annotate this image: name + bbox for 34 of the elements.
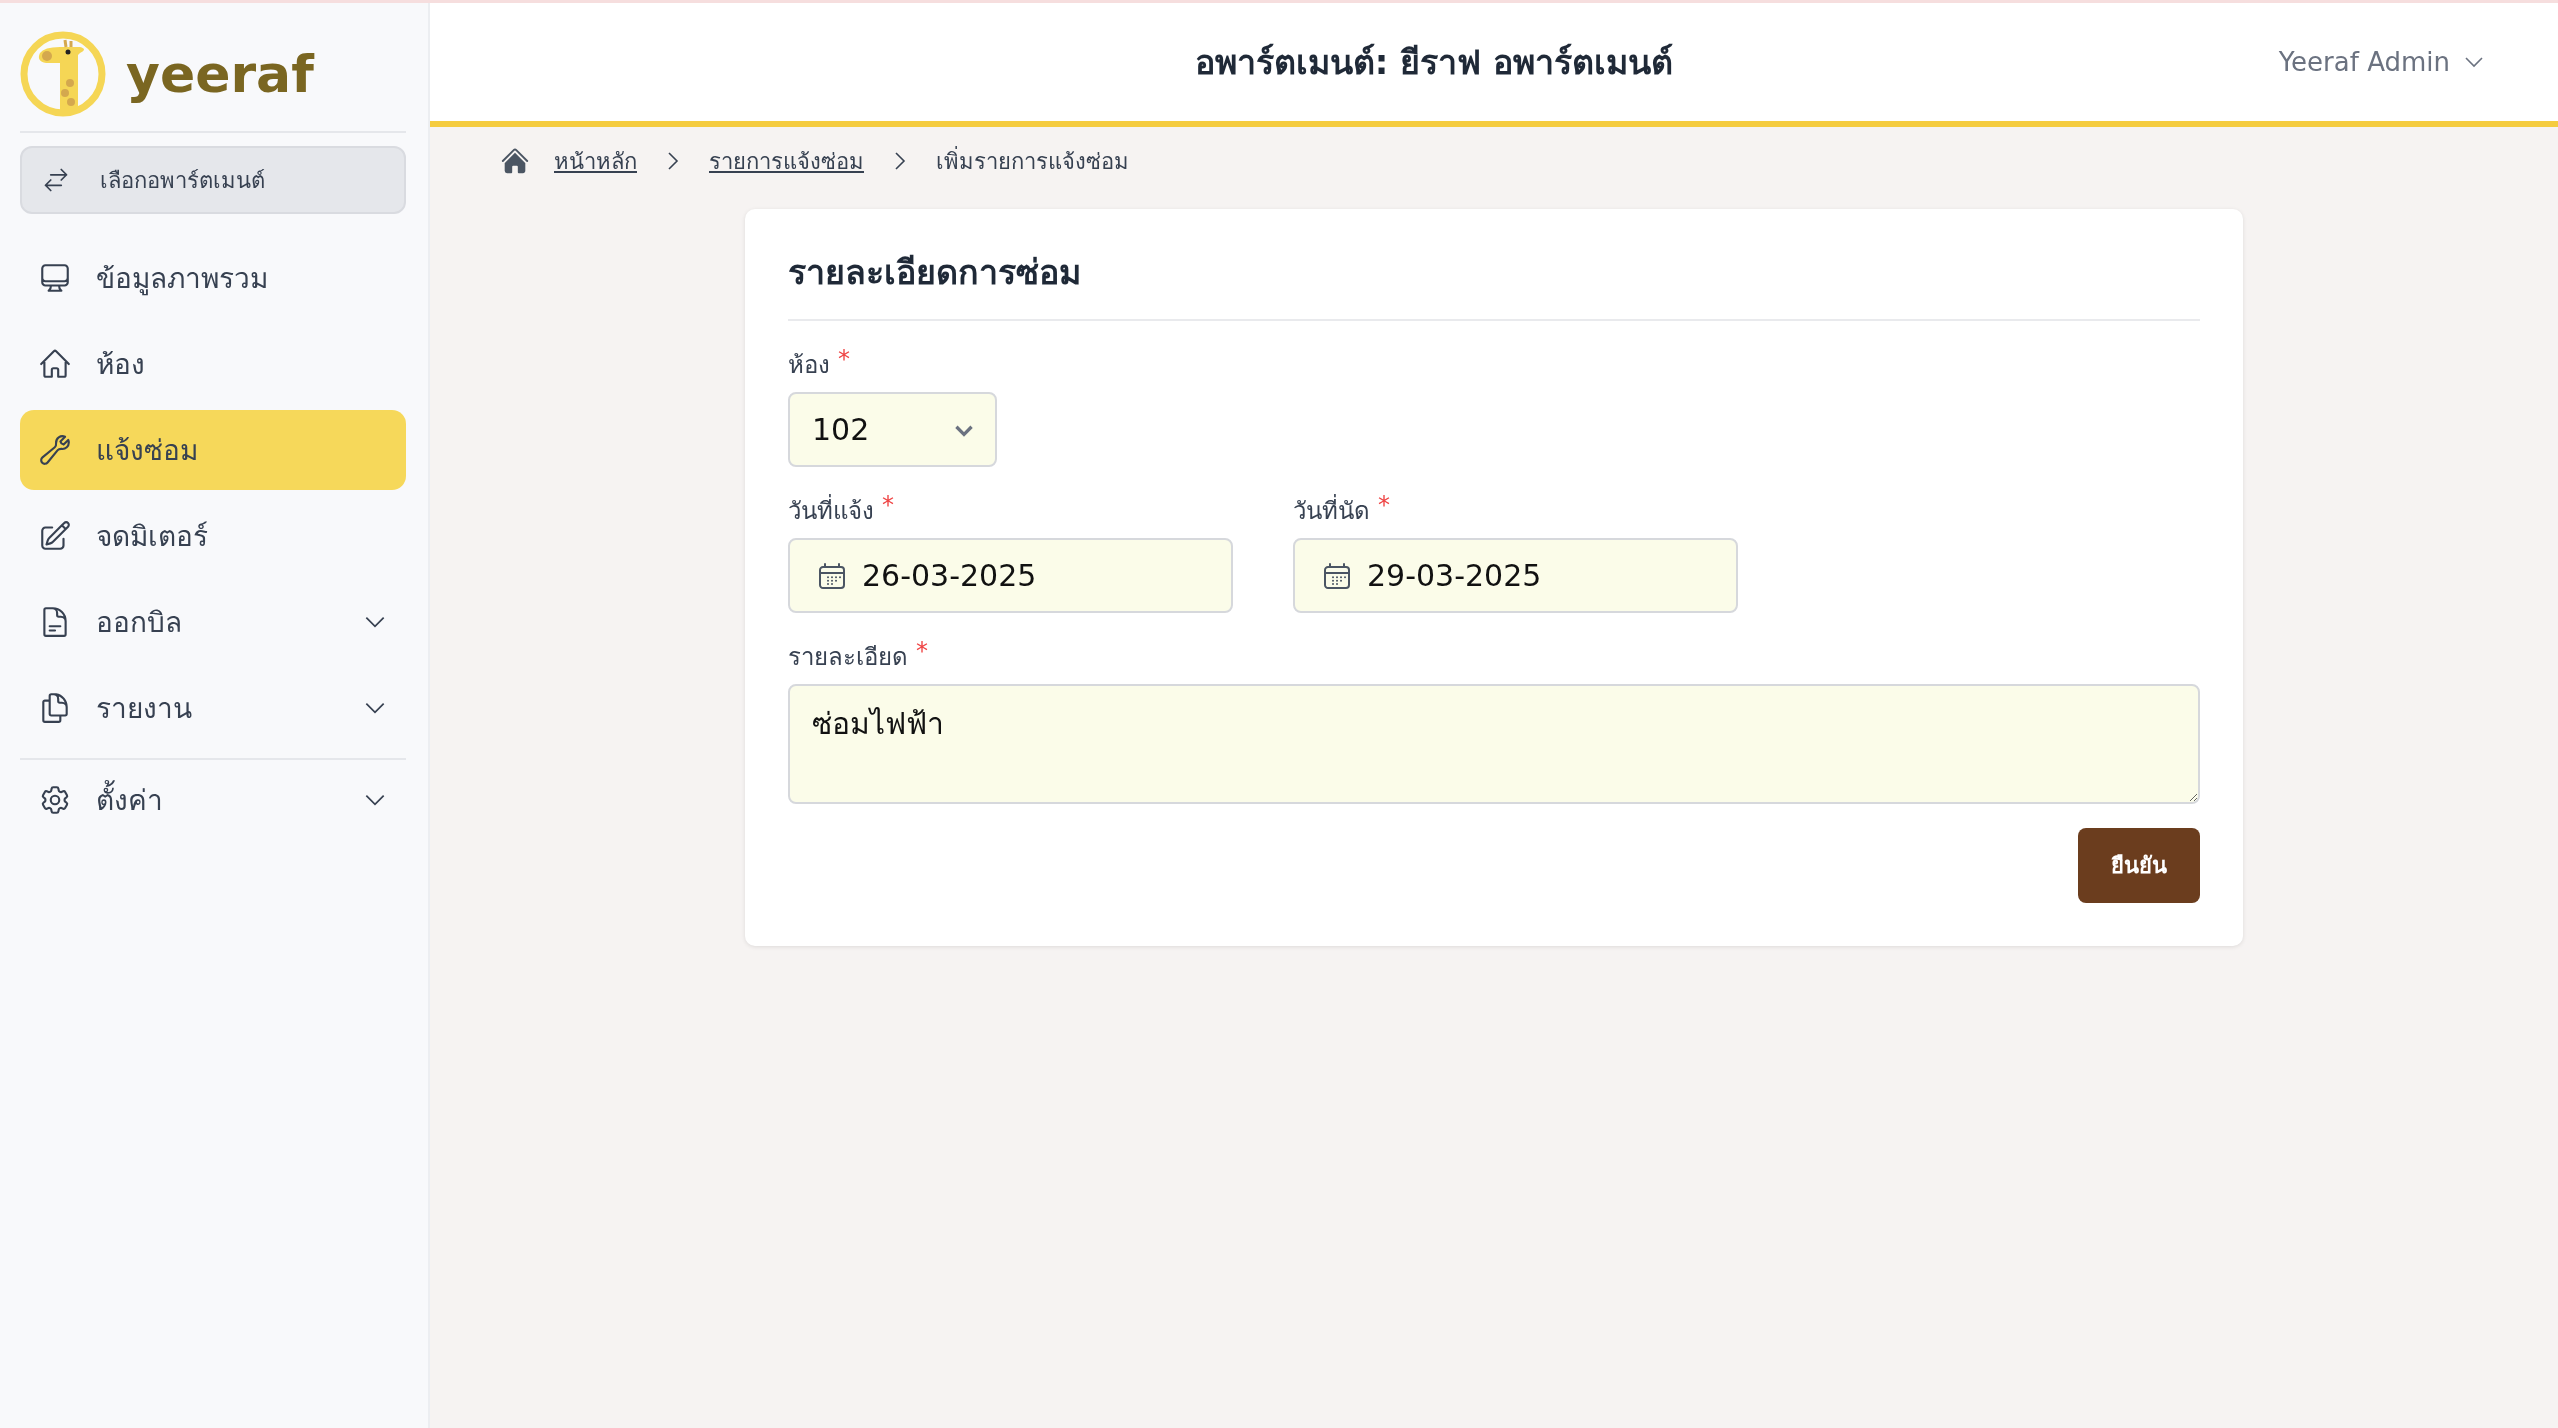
wrench-icon — [38, 433, 72, 467]
sidebar-item[interactable]: แจ้งซ่อม — [20, 410, 406, 490]
sidebar-item[interactable]: ตั้งค่า — [20, 758, 406, 840]
monitor-icon — [38, 261, 72, 295]
field-label: ห้อง — [788, 350, 830, 381]
current-page-link[interactable]: เพิ่มรายการแจ้งซ่อม — [936, 143, 1129, 179]
home-icon — [500, 146, 530, 176]
sidebar-item[interactable]: จดมิเตอร์ — [20, 496, 406, 576]
field-label: วันที่แจ้ง — [788, 491, 874, 530]
home-icon — [38, 347, 72, 381]
field-label: รายละเอียด — [788, 642, 908, 673]
apartment-title: อพาร์ตเมนต์: ยีราฟ อพาร์ตเมนต์ — [1194, 41, 1674, 84]
date-field[interactable]: 29-03-2025 — [1293, 538, 1738, 613]
logo-text: yeeraf — [126, 44, 314, 104]
confirm-button[interactable]: ยืนยัน — [2078, 828, 2200, 903]
user-menu-button[interactable]: Yeeraf Admin — [2272, 46, 2492, 78]
breadcrumb-link[interactable]: รายการแจ้งซ่อม — [709, 143, 864, 179]
sidebar-item[interactable]: ห้อง — [20, 324, 406, 404]
select-apartment-button[interactable]: เลือกอพาร์ตเมนต์ — [20, 146, 406, 214]
required-mark: * — [916, 637, 928, 667]
room-select[interactable]: 102 — [788, 392, 997, 467]
giraffe-logo-icon — [20, 31, 106, 117]
sidebar-item[interactable]: รายงาน — [20, 668, 406, 748]
swap-arrows-icon — [42, 166, 70, 194]
required-mark: * — [1378, 491, 1390, 521]
sidebar-item[interactable]: ออกบิล — [20, 582, 406, 662]
details-textarea[interactable]: ซ่อมไฟฟ้า — [788, 684, 2200, 804]
required-mark: * — [838, 345, 850, 375]
breadcrumb-link[interactable]: หน้าหลัก — [554, 143, 637, 179]
sidebar-item[interactable]: ข้อมูลภาพรวม — [20, 238, 406, 318]
date-field[interactable]: 26-03-2025 — [788, 538, 1233, 613]
form-title: รายละเอียดการซ่อม — [788, 251, 1082, 294]
field-label: วันที่นัด — [1293, 491, 1370, 530]
required-mark: * — [882, 491, 894, 521]
